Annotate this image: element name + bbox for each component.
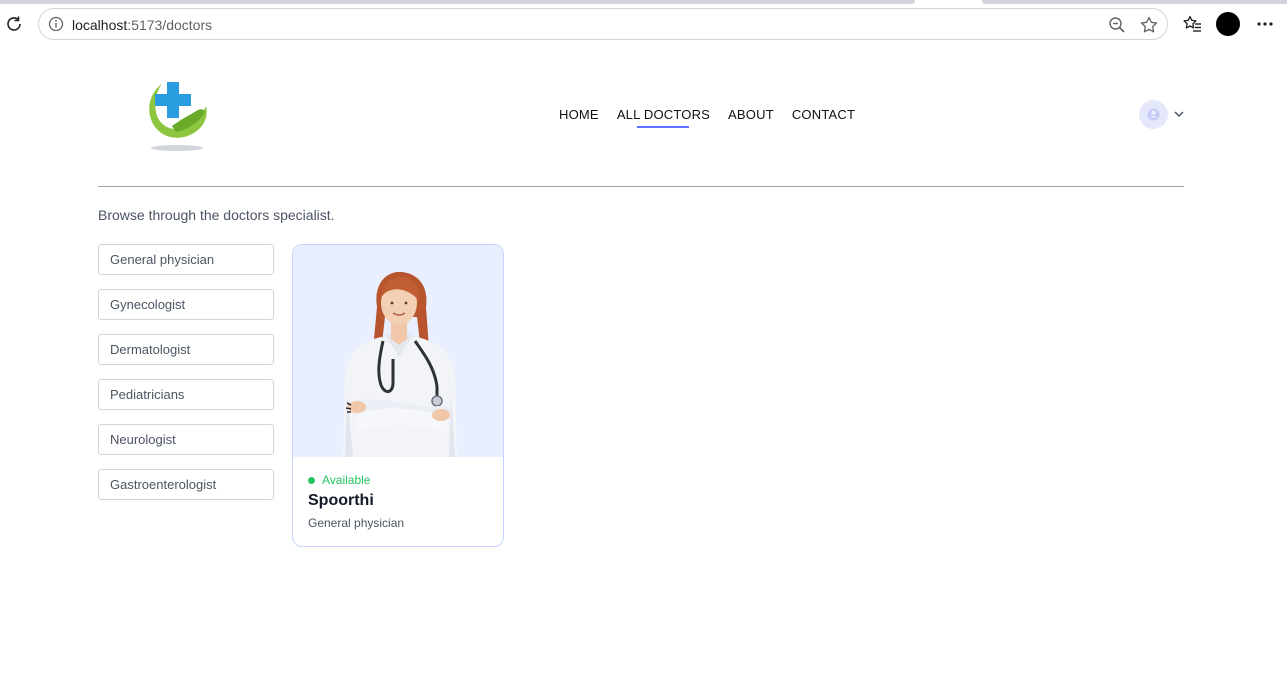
availability-status: Available: [308, 473, 404, 487]
main-nav: HOME ALL DOCTORS ABOUT CONTACT: [559, 107, 855, 128]
filter-gynecologist[interactable]: Gynecologist: [98, 289, 274, 320]
active-nav-underline: [637, 126, 690, 128]
url-host: localhost: [72, 17, 128, 33]
available-dot-icon: [308, 476, 315, 484]
filter-gastroenterologist[interactable]: Gastroenterologist: [98, 469, 274, 500]
doctor-speciality: General physician: [308, 516, 405, 530]
more-menu-icon[interactable]: [1255, 14, 1275, 34]
doctor-illustration: [343, 271, 457, 457]
nav-all-doctors[interactable]: ALL DOCTORS: [616, 107, 711, 128]
tab-strip: [0, 0, 1287, 4]
inactive-tab-edge[interactable]: [982, 0, 1287, 4]
speciality-filter-list: General physician Gynecologist Dermatolo…: [98, 244, 274, 514]
site-logo[interactable]: [142, 74, 212, 154]
browser-profile-avatar[interactable]: [1216, 12, 1240, 36]
filter-general-physician[interactable]: General physician: [98, 244, 274, 275]
page-subtitle: Browse through the doctors specialist.: [98, 207, 335, 223]
chevron-down-icon[interactable]: [1172, 107, 1186, 121]
header-divider: [98, 186, 1184, 187]
url-text[interactable]: localhost:5173/doctors: [72, 17, 212, 33]
reload-icon[interactable]: [4, 14, 24, 34]
favorites-icon[interactable]: [1182, 14, 1202, 34]
doctor-photo: [293, 245, 503, 457]
site-info-icon[interactable]: [48, 16, 64, 32]
filter-dermatologist[interactable]: Dermatologist: [98, 334, 274, 365]
doctor-card[interactable]: Available Spoorthi General physician: [292, 244, 504, 547]
filter-pediatricians[interactable]: Pediatricians: [98, 379, 274, 410]
nav-contact[interactable]: CONTACT: [792, 107, 855, 122]
zoom-out-icon[interactable]: [1108, 16, 1126, 34]
nav-about[interactable]: ABOUT: [728, 107, 774, 122]
favorite-star-icon[interactable]: [1139, 15, 1159, 35]
availability-label: Available: [322, 473, 371, 487]
active-tab-edge[interactable]: [0, 0, 915, 4]
doctor-card-info: Available Spoorthi General physician: [308, 473, 404, 530]
address-bar[interactable]: localhost:5173/doctors: [38, 8, 1168, 40]
browser-toolbar: localhost:5173/doctors: [0, 0, 1287, 48]
url-path: :5173/doctors: [127, 17, 213, 33]
user-avatar[interactable]: [1139, 100, 1168, 129]
user-icon: [1147, 108, 1160, 121]
doctor-name: Spoorthi: [308, 492, 374, 509]
filter-neurologist[interactable]: Neurologist: [98, 424, 274, 455]
nav-all-doctors-label: ALL DOCTORS: [616, 107, 711, 122]
nav-home[interactable]: HOME: [559, 107, 599, 122]
